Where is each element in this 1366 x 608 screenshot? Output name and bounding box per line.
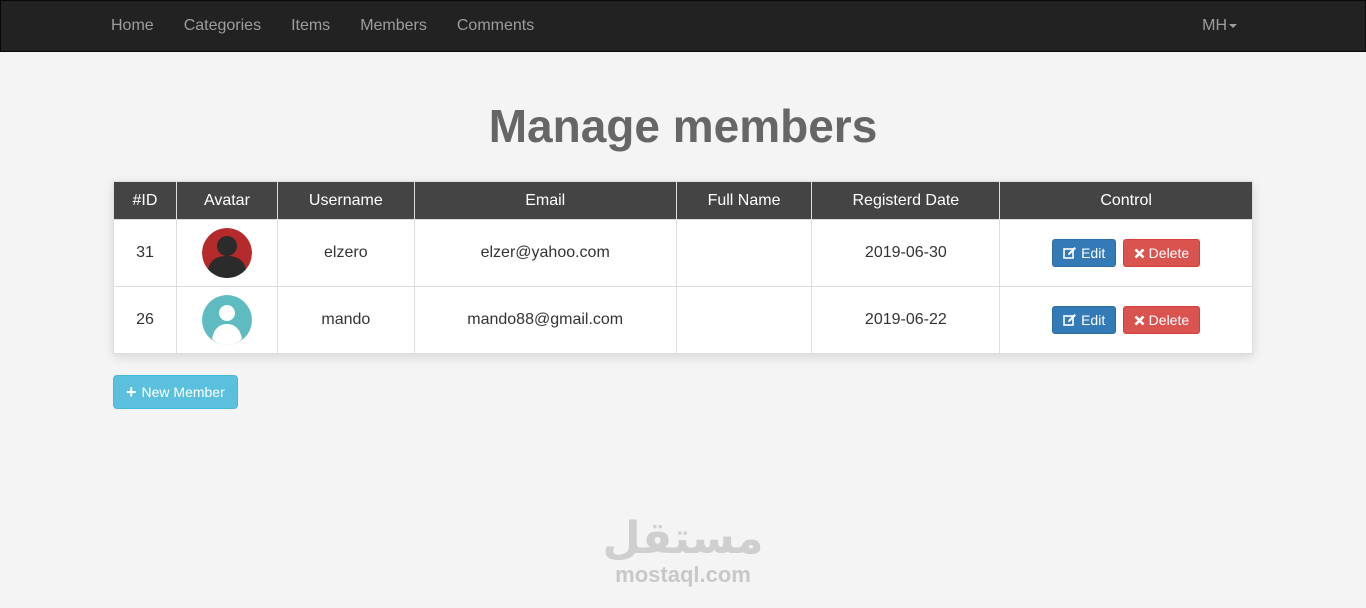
edit-button-label: Edit (1081, 312, 1106, 328)
user-avatar-icon (201, 295, 252, 345)
table-row: 31 elzero elzer@yahoo.com 2019-06-30 Edi… (113, 219, 1253, 287)
cell-username: mando (276, 286, 415, 354)
nav-link-members[interactable]: Members (345, 1, 442, 51)
cell-id: 26 (113, 286, 177, 354)
nav-links: Home Categories Items Members Comments (96, 1, 549, 51)
plus-icon: + (126, 382, 137, 402)
edit-button[interactable]: Edit (1052, 239, 1117, 267)
header-full-name: Full Name (675, 181, 813, 220)
header-control: Control (999, 181, 1253, 220)
cell-control: Edit Delete (999, 286, 1253, 354)
cell-id: 31 (113, 219, 177, 287)
user-menu-label: MH (1202, 17, 1227, 34)
cell-registered-date: 2019-06-30 (811, 219, 1001, 287)
mostaql-watermark-logo: مستقل mostaql.com (583, 515, 783, 587)
header-id: #ID (113, 181, 177, 220)
nav-link-comments[interactable]: Comments (442, 1, 549, 51)
members-table-container: #ID Avatar Username Email Full Name Regi… (113, 181, 1253, 354)
cell-control: Edit Delete (999, 219, 1253, 287)
cell-email: mando88@gmail.com (413, 286, 677, 354)
delete-button-label: Delete (1148, 312, 1190, 328)
members-table: #ID Avatar Username Email Full Name Regi… (113, 181, 1253, 354)
cell-registered-date: 2019-06-22 (811, 286, 1001, 354)
header-registered-date: Registerd Date (811, 181, 1001, 220)
header-avatar: Avatar (175, 181, 278, 220)
user-menu-dropdown[interactable]: MH (1202, 1, 1237, 51)
edit-button-label: Edit (1081, 245, 1106, 261)
edit-icon (1063, 246, 1077, 260)
cell-avatar (175, 286, 278, 354)
delete-button[interactable]: Delete (1122, 306, 1201, 334)
watermark-arabic-text: مستقل (602, 513, 764, 564)
user-avatar-icon (201, 228, 252, 278)
top-navbar: Home Categories Items Members Comments M… (0, 0, 1366, 52)
edit-button[interactable]: Edit (1052, 306, 1117, 334)
close-icon (1134, 315, 1145, 326)
cell-full-name (675, 219, 813, 287)
new-member-button[interactable]: + New Member (113, 375, 238, 409)
cell-email: elzer@yahoo.com (413, 219, 677, 287)
edit-icon (1063, 313, 1077, 327)
table-header-row: #ID Avatar Username Email Full Name Regi… (113, 181, 1253, 220)
delete-button-label: Delete (1148, 245, 1190, 261)
header-username: Username (276, 181, 415, 220)
close-icon (1134, 248, 1145, 259)
cell-full-name (675, 286, 813, 354)
caret-down-icon (1229, 24, 1237, 28)
delete-button[interactable]: Delete (1122, 239, 1201, 267)
cell-avatar (175, 219, 278, 287)
nav-link-items[interactable]: Items (276, 1, 345, 51)
cell-username: elzero (276, 219, 415, 287)
watermark-latin-text: mostaql.com (615, 562, 751, 587)
table-row: 26 mando mando88@gmail.com 2019-06-22 Ed… (113, 286, 1253, 354)
page-title: Manage members (488, 100, 878, 152)
new-member-label: New Member (141, 384, 225, 400)
nav-link-home[interactable]: Home (96, 1, 169, 51)
header-email: Email (413, 181, 677, 220)
nav-link-categories[interactable]: Categories (169, 1, 276, 51)
